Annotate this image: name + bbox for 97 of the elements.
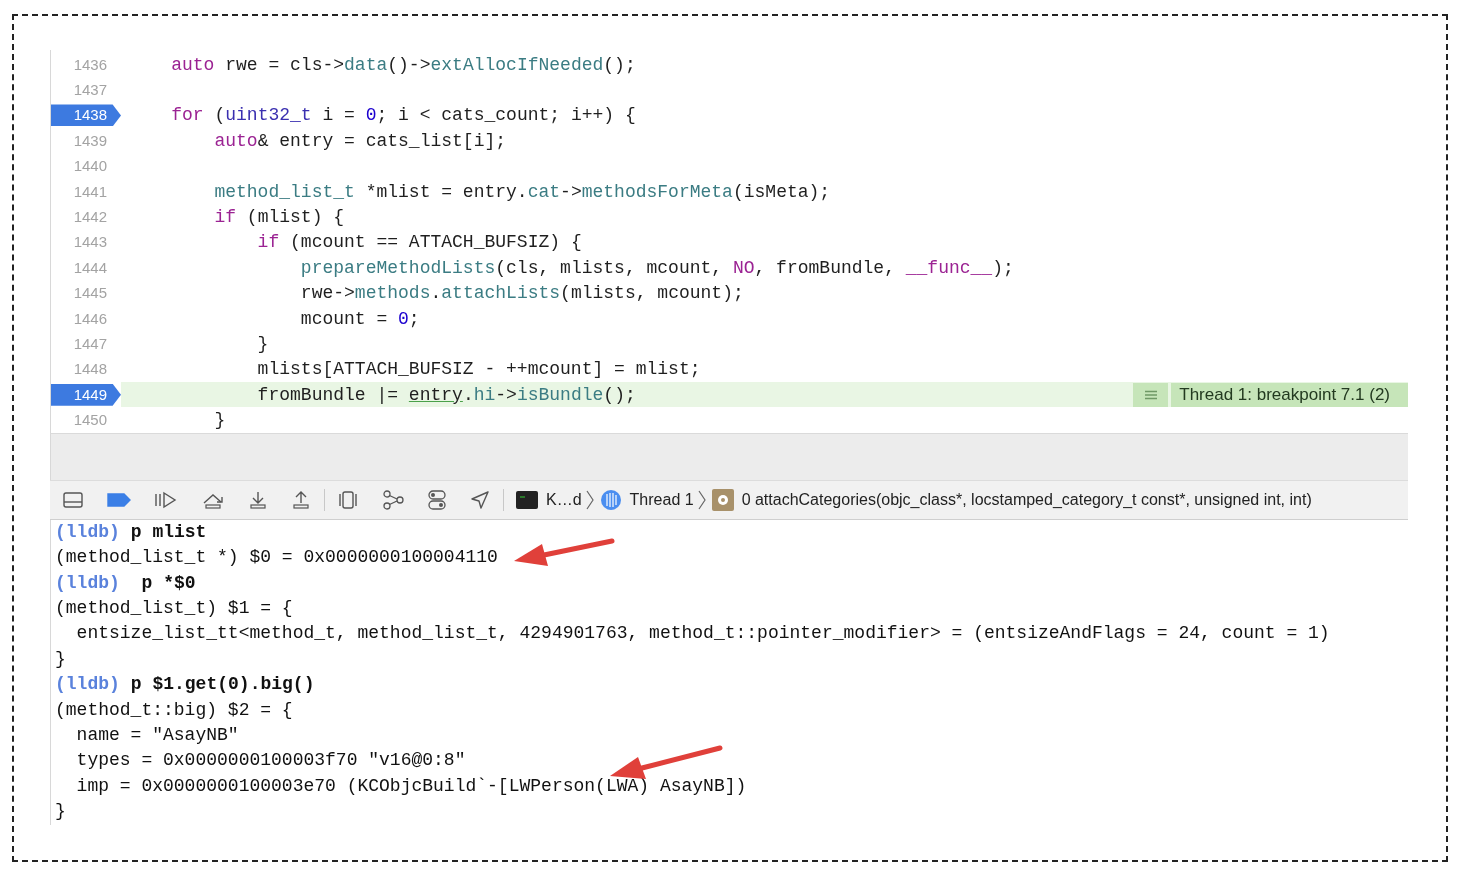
code-token: extAllocIfNeeded (430, 54, 604, 75)
code-token: -> (560, 181, 582, 202)
code-token: (isMeta); (732, 181, 831, 202)
code-token: for (170, 105, 204, 126)
breakpoint-annotation: Thread 1: breakpoint 7.1 (2) (1171, 382, 1408, 407)
code-token: ( (213, 105, 226, 126)
code-token: ); (992, 257, 1014, 278)
code-token: rwe-> (299, 283, 355, 304)
thread-icon (599, 488, 622, 511)
code-token: ()-> (387, 54, 431, 75)
line-number: 1440 (72, 156, 108, 177)
code-token: . (462, 384, 474, 405)
breakpoints-toggle[interactable] (107, 492, 131, 507)
line-number: 1446 (72, 308, 108, 329)
toggle-switches-icon[interactable] (427, 489, 447, 510)
code-token: uint32_t (225, 105, 312, 126)
warning-underlined-token: entry (408, 384, 463, 405)
breadcrumb[interactable]: K…d (516, 490, 582, 509)
console-prompt: (lldb) (55, 572, 120, 593)
console-output: } (55, 801, 66, 822)
line-number: 1439 (72, 130, 108, 151)
terminal-icon (516, 490, 538, 509)
line-number: 1443 (72, 232, 108, 253)
code-token: if (213, 207, 237, 228)
panel-toggle-icon[interactable] (62, 490, 84, 509)
code-token: methodsForMeta (581, 181, 733, 202)
code-token: cat (527, 181, 561, 202)
code-token: if (256, 232, 280, 253)
breadcrumb[interactable]: Thread 1 (599, 488, 694, 511)
step-out-icon[interactable] (291, 490, 311, 509)
line-number: 1437 (72, 80, 108, 101)
console-output: (method_list_t *) $0 = 0x0000000100004110 (55, 547, 498, 568)
code-token: , fromBundle, (754, 257, 896, 278)
console-output: types = 0x0000000100003f70 "v16@0:8" (75, 750, 466, 771)
chevron-icon (697, 489, 706, 510)
code-token: (mlist) { (245, 207, 345, 228)
gear-icon (711, 488, 734, 511)
code-token: hi (473, 384, 496, 405)
code-token: methods (354, 283, 431, 304)
console-output: (method_t::big) $2 = { (55, 699, 293, 720)
console-output: name = "AsayNB" (75, 725, 239, 745)
code-token: isBundle (516, 384, 604, 405)
console-prompt: (lldb) (55, 521, 120, 542)
layers-icon[interactable] (337, 489, 359, 510)
line-number: 1441 (72, 181, 108, 202)
continue-icon[interactable] (154, 490, 178, 509)
console-output: (method_list_t) $1 = { (55, 598, 293, 619)
code-token: (); (603, 384, 636, 405)
code-token: } (213, 410, 226, 431)
line-number: 1448 (72, 359, 108, 380)
code-token: mcount = (299, 308, 389, 329)
console-output: } (55, 648, 66, 669)
code-token: method_list_t (213, 181, 355, 202)
code-token: data (344, 54, 388, 75)
code-token: 0 (365, 105, 377, 126)
code-token: auto (170, 54, 215, 75)
code-token: mlists[ATTACH_BUFSIZ - ++mcount] = mlist; (256, 359, 701, 380)
code-token: NO (732, 257, 755, 278)
line-number: 1447 (72, 334, 108, 354)
code-token: . (430, 283, 442, 304)
code-token: (mcount == ATTACH_BUFSIZ) { (289, 232, 582, 253)
console-command: p *$0 (140, 572, 196, 593)
code-token: __func__ (905, 257, 993, 278)
console-command: p $1.get(0).big() (130, 674, 315, 695)
code-token: ; i < cats_count; i++) { (376, 105, 636, 126)
code-token: 0 (398, 308, 409, 329)
code-token: ; (408, 308, 420, 329)
code-token: auto (213, 130, 258, 151)
line-number: 1445 (72, 283, 108, 304)
menu-icon[interactable] (1133, 382, 1169, 407)
chevron-icon (585, 489, 594, 510)
code-token: prepareMethodLists (299, 257, 496, 278)
line-number: 1436 (72, 54, 108, 75)
code-token: attachLists (441, 283, 561, 304)
code-token: } (256, 334, 269, 354)
line-number: 1450 (72, 410, 108, 431)
console-prompt: (lldb) (55, 674, 120, 695)
code-token: (cls, mlists, mcount, (495, 257, 724, 278)
code-token: & entry = cats_list[i]; (257, 130, 507, 151)
console-command: p mlist (130, 521, 207, 542)
line-number: 1444 (72, 257, 108, 278)
code-token: i = (321, 105, 356, 126)
code-token: (mlists, mcount); (560, 283, 744, 304)
step-into-icon[interactable] (248, 490, 268, 509)
code-token: -> (495, 384, 517, 405)
code-token: *mlist = entry. (364, 181, 528, 202)
breakpoint-marker[interactable]: 1438 (51, 104, 121, 127)
code-token: (); (603, 54, 636, 75)
console-output: entsize_list_tt<method_t, method_list_t, 4294901763, method_t::pointer_modifier> = (entsizeAndFlags = 24, count = 1) (75, 623, 1330, 644)
breakpoint-marker[interactable]: 1449 (51, 383, 121, 406)
nodes-icon[interactable] (382, 489, 404, 510)
line-number: 1442 (72, 207, 108, 228)
code-token: rwe = cls-> (224, 54, 345, 75)
location-arrow-icon[interactable] (470, 489, 490, 510)
code-token: fromBundle |= (256, 384, 400, 405)
breadcrumb[interactable]: 0 attachCategories(objc_class*, locstamped_category_t const*, unsigned int, int) (711, 488, 1312, 511)
console-output: imp = 0x0000000100003e70 (KCObjcBuild`-[LWPerson(LWA) AsayNB]) (75, 775, 747, 796)
